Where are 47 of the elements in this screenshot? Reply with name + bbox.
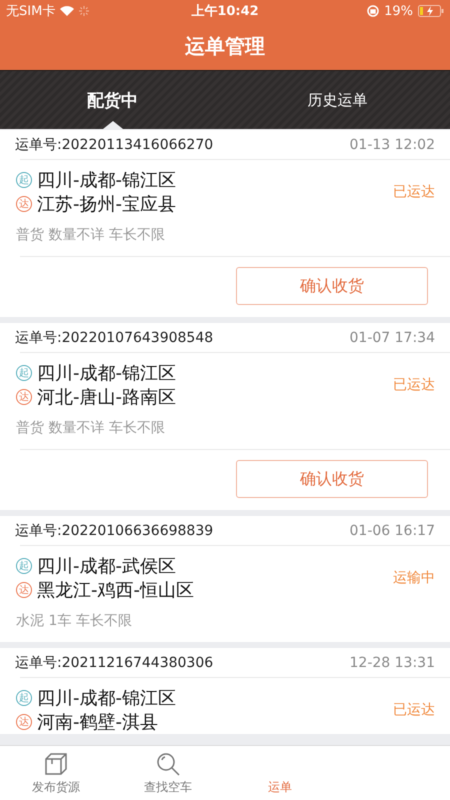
order-time: 01-13 12:02 [350, 136, 435, 152]
order-number: 运单号:20211216744380306 [15, 654, 214, 672]
destination-badge: 达 [16, 582, 32, 598]
loading-icon [79, 6, 90, 16]
wifi-icon [60, 6, 74, 16]
order-time: 01-06 16:17 [350, 522, 435, 538]
box-icon [43, 751, 69, 777]
order-status: 已运达 [393, 376, 435, 394]
origin-text: 四川-成都-锦江区 [37, 169, 176, 192]
goods-info: 水泥 1车 车长不限 [16, 613, 132, 629]
origin-text: 四川-成都-锦江区 [37, 687, 176, 710]
origin-badge: 起 [16, 690, 32, 706]
destination-badge: 达 [16, 389, 32, 405]
destination-text: 河南-鹤壁-淇县 [37, 711, 158, 734]
nav-item[interactable]: 发布货源 [32, 779, 80, 796]
origin-badge: 起 [16, 558, 32, 574]
goods-info: 普货 数量不详 车长不限 [16, 227, 165, 243]
order-status: 已运达 [393, 701, 435, 719]
battery-text: 19% [384, 4, 414, 18]
rotation-lock-icon [367, 5, 380, 17]
page-title: 运单管理 [185, 32, 265, 60]
order-number: 运单号:20220106636698839 [15, 522, 214, 540]
order-status: 运输中 [393, 569, 435, 587]
battery-icon [418, 5, 444, 17]
origin-text: 四川-成都-锦江区 [37, 362, 176, 385]
destination-badge: 达 [16, 714, 32, 730]
search-icon [155, 751, 181, 777]
origin-badge: 起 [16, 172, 32, 188]
order-number: 运单号:20220113416066270 [15, 136, 214, 154]
nav-item[interactable]: 查找空车 [144, 779, 192, 796]
order-time: 01-07 17:34 [350, 330, 435, 346]
goods-info: 普货 数量不详 车长不限 [16, 420, 165, 436]
confirm-receipt-button[interactable]: 确认收货 [236, 267, 428, 305]
order-time: 12-28 13:31 [350, 654, 435, 670]
destination-text: 江苏-扬州-宝应县 [37, 193, 176, 216]
origin-badge: 起 [16, 365, 32, 381]
nav-item[interactable]: 运单 [268, 779, 292, 796]
confirm-receipt-button[interactable]: 确认收货 [236, 460, 428, 498]
tab[interactable]: 历史运单 [225, 71, 450, 129]
destination-text: 黑龙江-鸡西-恒山区 [37, 579, 194, 602]
clock-text: 上午10:42 [191, 3, 259, 20]
carrier-text: 无SIM卡 [6, 3, 56, 20]
origin-text: 四川-成都-武侯区 [37, 555, 176, 578]
order-status: 已运达 [393, 183, 435, 201]
destination-text: 河北-唐山-路南区 [37, 386, 176, 409]
destination-badge: 达 [16, 196, 32, 212]
order-number: 运单号:20220107643908548 [15, 328, 214, 346]
